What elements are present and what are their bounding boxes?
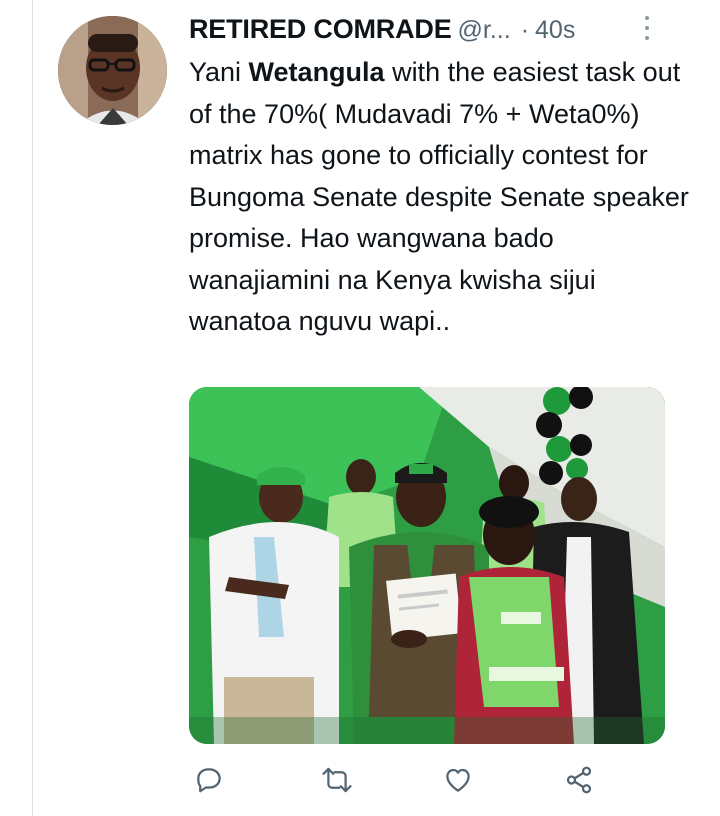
tweet-text: Yani Wetangula with the easiest task out… bbox=[189, 52, 689, 343]
share-icon[interactable] bbox=[559, 760, 599, 800]
reply-icon[interactable] bbox=[189, 760, 229, 800]
header-separator: · bbox=[520, 16, 530, 44]
tweet-actions bbox=[189, 760, 609, 800]
timeline-border bbox=[32, 0, 33, 816]
tweet-photo[interactable] bbox=[189, 387, 665, 744]
tweet-timestamp[interactable]: 40s bbox=[535, 16, 575, 45]
tweet-text-start: Yani bbox=[189, 57, 249, 87]
tweet-text-bold: Wetangula bbox=[248, 57, 385, 87]
tweet-text-rest: with the easiest task out of the 70%( Mu… bbox=[189, 57, 689, 336]
tweet-header: RETIRED COMRADE @r... · 40s bbox=[189, 14, 670, 48]
more-vertical-icon[interactable] bbox=[640, 14, 654, 42]
heart-icon[interactable] bbox=[438, 760, 478, 800]
author-avatar[interactable] bbox=[58, 16, 167, 125]
retweet-icon[interactable] bbox=[317, 760, 357, 800]
author-handle[interactable]: @r... bbox=[458, 16, 511, 45]
author-name[interactable]: RETIRED COMRADE bbox=[189, 14, 452, 45]
